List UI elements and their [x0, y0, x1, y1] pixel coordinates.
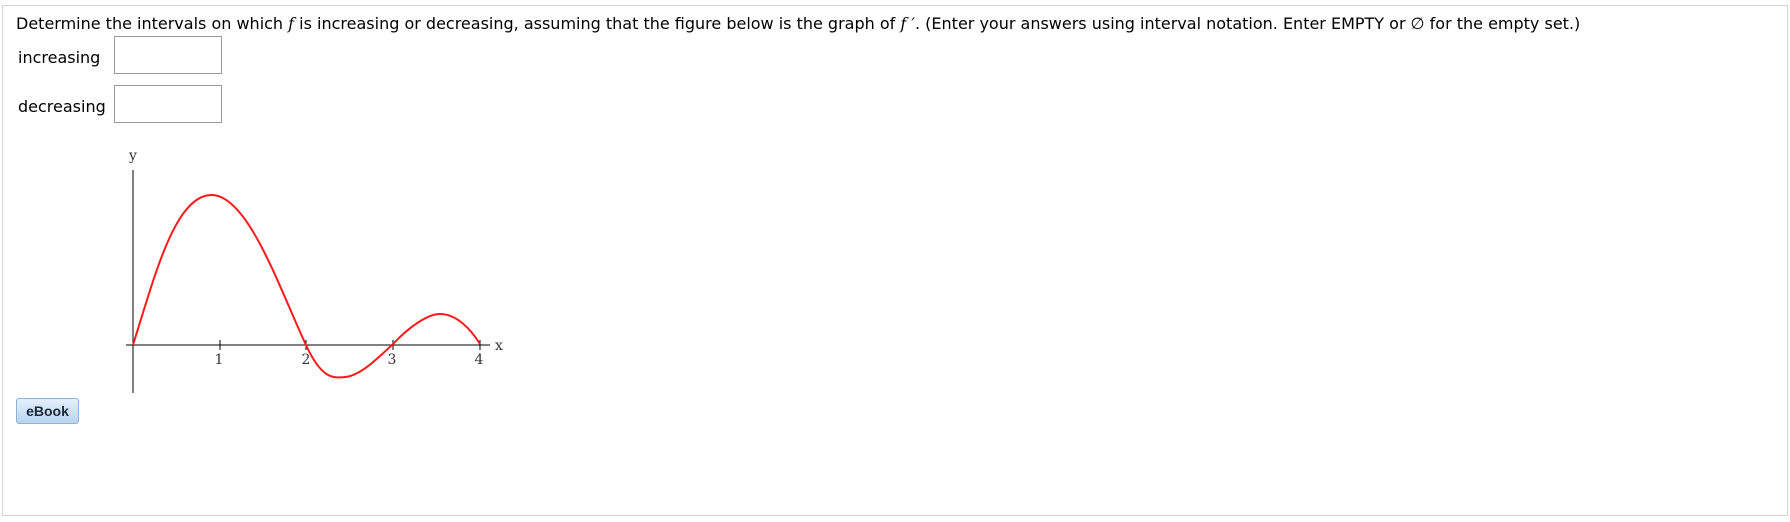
x-axis-label: x — [495, 338, 503, 354]
x-tick-label-2: 2 — [302, 352, 311, 368]
fprime-curve — [132, 193, 481, 379]
x-tick-label-4: 4 — [475, 352, 484, 368]
x-tick-label-3: 3 — [388, 352, 397, 368]
ebook-button[interactable]: eBook — [16, 398, 79, 424]
x-tick-label-1: 1 — [215, 352, 224, 368]
y-axis-label: y — [128, 148, 137, 164]
derivative-graph: y x 1 2 3 4 — [126, 148, 503, 393]
